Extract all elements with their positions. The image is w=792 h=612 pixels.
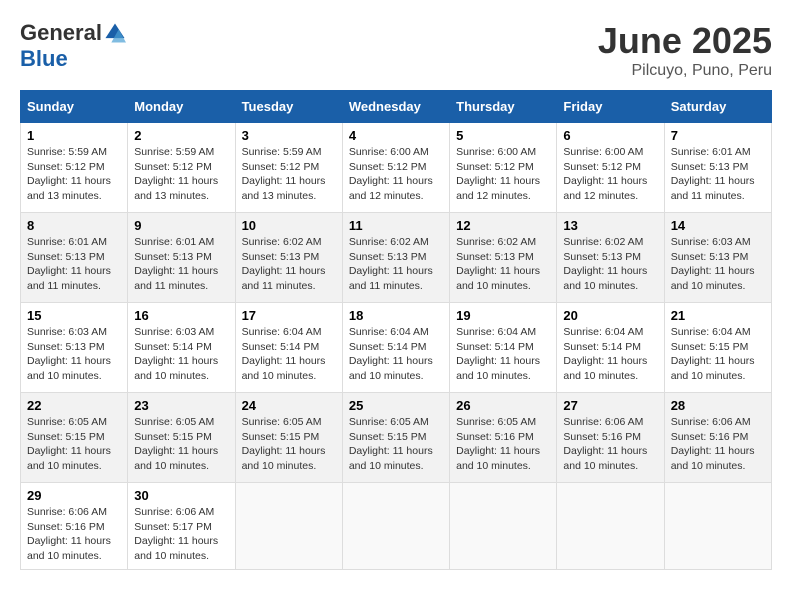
calendar-day-23: 23Sunrise: 6:05 AMSunset: 5:15 PMDayligh… xyxy=(128,393,235,483)
page-header: General Blue June 2025 Pilcuyo, Puno, Pe… xyxy=(20,20,772,80)
calendar-week-1: 1Sunrise: 5:59 AMSunset: 5:12 PMDaylight… xyxy=(21,123,772,213)
header-friday: Friday xyxy=(557,91,664,123)
calendar-title: June 2025 xyxy=(598,20,772,62)
calendar-empty-w5-4 xyxy=(450,483,557,570)
calendar-day-24: 24Sunrise: 6:05 AMSunset: 5:15 PMDayligh… xyxy=(235,393,342,483)
calendar-day-20: 20Sunrise: 6:04 AMSunset: 5:14 PMDayligh… xyxy=(557,303,664,393)
calendar-empty-w5-3 xyxy=(342,483,449,570)
calendar-day-10: 10Sunrise: 6:02 AMSunset: 5:13 PMDayligh… xyxy=(235,213,342,303)
calendar-day-22: 22Sunrise: 6:05 AMSunset: 5:15 PMDayligh… xyxy=(21,393,128,483)
calendar-day-2: 2Sunrise: 5:59 AMSunset: 5:12 PMDaylight… xyxy=(128,123,235,213)
calendar-day-29: 29Sunrise: 6:06 AMSunset: 5:16 PMDayligh… xyxy=(21,483,128,570)
calendar-day-15: 15Sunrise: 6:03 AMSunset: 5:13 PMDayligh… xyxy=(21,303,128,393)
header-monday: Monday xyxy=(128,91,235,123)
calendar-day-3: 3Sunrise: 5:59 AMSunset: 5:12 PMDaylight… xyxy=(235,123,342,213)
calendar-day-6: 6Sunrise: 6:00 AMSunset: 5:12 PMDaylight… xyxy=(557,123,664,213)
calendar-day-8: 8Sunrise: 6:01 AMSunset: 5:13 PMDaylight… xyxy=(21,213,128,303)
calendar-day-16: 16Sunrise: 6:03 AMSunset: 5:14 PMDayligh… xyxy=(128,303,235,393)
calendar-subtitle: Pilcuyo, Puno, Peru xyxy=(598,62,772,80)
calendar-day-1: 1Sunrise: 5:59 AMSunset: 5:12 PMDaylight… xyxy=(21,123,128,213)
header-thursday: Thursday xyxy=(450,91,557,123)
header-saturday: Saturday xyxy=(664,91,771,123)
calendar-day-25: 25Sunrise: 6:05 AMSunset: 5:15 PMDayligh… xyxy=(342,393,449,483)
calendar-empty-w5-6 xyxy=(664,483,771,570)
calendar-day-11: 11Sunrise: 6:02 AMSunset: 5:13 PMDayligh… xyxy=(342,213,449,303)
calendar-week-2: 8Sunrise: 6:01 AMSunset: 5:13 PMDaylight… xyxy=(21,213,772,303)
logo: General Blue xyxy=(20,20,126,72)
header-tuesday: Tuesday xyxy=(235,91,342,123)
calendar-day-21: 21Sunrise: 6:04 AMSunset: 5:15 PMDayligh… xyxy=(664,303,771,393)
calendar-day-9: 9Sunrise: 6:01 AMSunset: 5:13 PMDaylight… xyxy=(128,213,235,303)
calendar-day-30: 30Sunrise: 6:06 AMSunset: 5:17 PMDayligh… xyxy=(128,483,235,570)
calendar-day-5: 5Sunrise: 6:00 AMSunset: 5:12 PMDaylight… xyxy=(450,123,557,213)
calendar-day-13: 13Sunrise: 6:02 AMSunset: 5:13 PMDayligh… xyxy=(557,213,664,303)
calendar-day-17: 17Sunrise: 6:04 AMSunset: 5:14 PMDayligh… xyxy=(235,303,342,393)
header-sunday: Sunday xyxy=(21,91,128,123)
calendar-day-26: 26Sunrise: 6:05 AMSunset: 5:16 PMDayligh… xyxy=(450,393,557,483)
calendar-header-row: Sunday Monday Tuesday Wednesday Thursday… xyxy=(21,91,772,123)
calendar-week-5: 29Sunrise: 6:06 AMSunset: 5:16 PMDayligh… xyxy=(21,483,772,570)
title-block: June 2025 Pilcuyo, Puno, Peru xyxy=(598,20,772,80)
calendar-day-7: 7Sunrise: 6:01 AMSunset: 5:13 PMDaylight… xyxy=(664,123,771,213)
calendar-week-3: 15Sunrise: 6:03 AMSunset: 5:13 PMDayligh… xyxy=(21,303,772,393)
logo-general-text: General xyxy=(20,20,102,46)
calendar-empty-w5-5 xyxy=(557,483,664,570)
calendar-week-4: 22Sunrise: 6:05 AMSunset: 5:15 PMDayligh… xyxy=(21,393,772,483)
logo-blue-text: Blue xyxy=(20,46,68,72)
calendar-day-19: 19Sunrise: 6:04 AMSunset: 5:14 PMDayligh… xyxy=(450,303,557,393)
calendar-day-14: 14Sunrise: 6:03 AMSunset: 5:13 PMDayligh… xyxy=(664,213,771,303)
calendar-day-12: 12Sunrise: 6:02 AMSunset: 5:13 PMDayligh… xyxy=(450,213,557,303)
logo-icon xyxy=(104,22,126,44)
calendar-table: Sunday Monday Tuesday Wednesday Thursday… xyxy=(20,90,772,570)
calendar-day-4: 4Sunrise: 6:00 AMSunset: 5:12 PMDaylight… xyxy=(342,123,449,213)
header-wednesday: Wednesday xyxy=(342,91,449,123)
calendar-empty-w5-2 xyxy=(235,483,342,570)
calendar-day-28: 28Sunrise: 6:06 AMSunset: 5:16 PMDayligh… xyxy=(664,393,771,483)
calendar-day-18: 18Sunrise: 6:04 AMSunset: 5:14 PMDayligh… xyxy=(342,303,449,393)
calendar-day-27: 27Sunrise: 6:06 AMSunset: 5:16 PMDayligh… xyxy=(557,393,664,483)
